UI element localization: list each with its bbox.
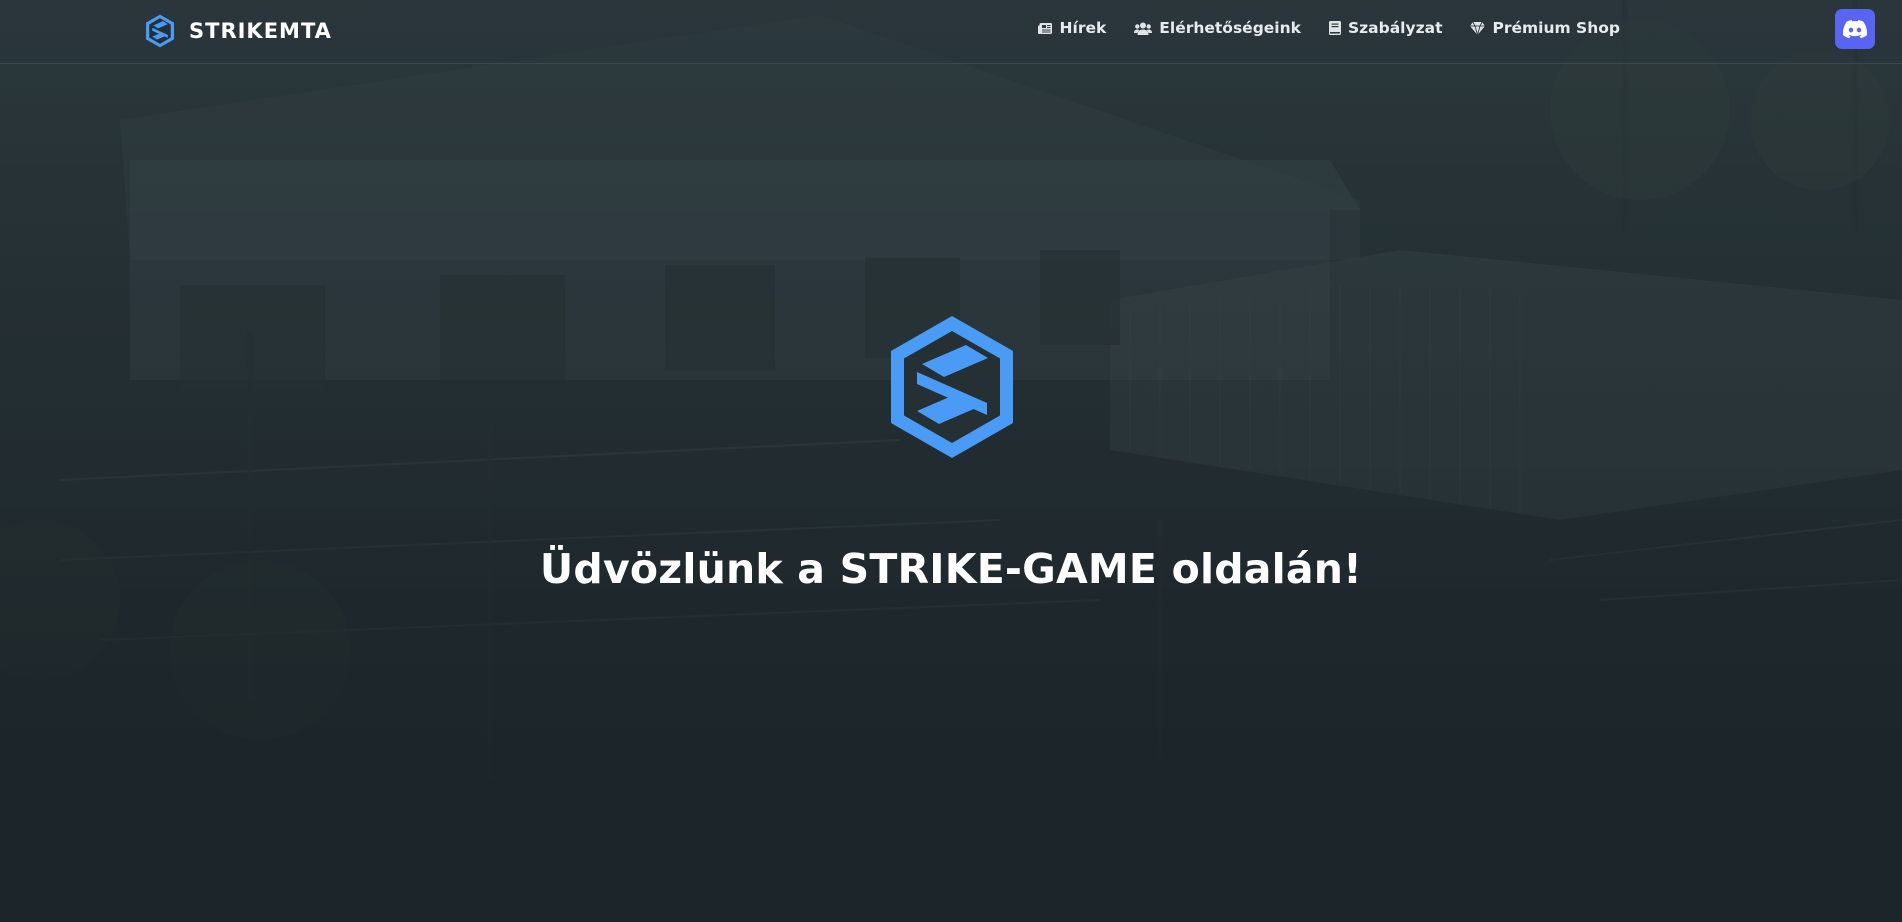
nav-item-premium-shop[interactable]: Prémium Shop: [1470, 19, 1620, 37]
gem-icon: [1470, 21, 1486, 35]
book-icon: [1328, 21, 1341, 35]
discord-button[interactable]: [1835, 9, 1875, 49]
nav-item-szabalyzat[interactable]: Szabályzat: [1328, 19, 1443, 37]
main-nav: Hírek Elérhetőségeink Szabályzat Prémium…: [1037, 19, 1620, 37]
nav-item-label: Hírek: [1059, 19, 1107, 37]
nav-item-label: Szabályzat: [1347, 19, 1443, 37]
users-icon: [1134, 22, 1153, 35]
newspaper-icon: [1037, 22, 1052, 34]
strike-s-hexagon-icon: [891, 316, 1013, 458]
strike-s-hexagon-icon: [145, 14, 175, 48]
brand-name: STRIKEMTA: [189, 19, 332, 43]
hero-title: Üdvözlünk a STRIKE-GAME oldalán!: [539, 545, 1363, 593]
navbar: STRIKEMTA Hírek Elérhetőségeink Szabályz…: [0, 0, 1902, 64]
brand-link[interactable]: STRIKEMTA: [145, 14, 332, 48]
nav-item-elerhetosegeink[interactable]: Elérhetőségeink: [1134, 19, 1301, 37]
background-scene: [0, 0, 1902, 922]
discord-icon: [1843, 19, 1867, 38]
nav-item-label: Prémium Shop: [1492, 19, 1620, 37]
nav-item-hirek[interactable]: Hírek: [1037, 19, 1107, 37]
nav-item-label: Elérhetőségeink: [1159, 19, 1301, 37]
